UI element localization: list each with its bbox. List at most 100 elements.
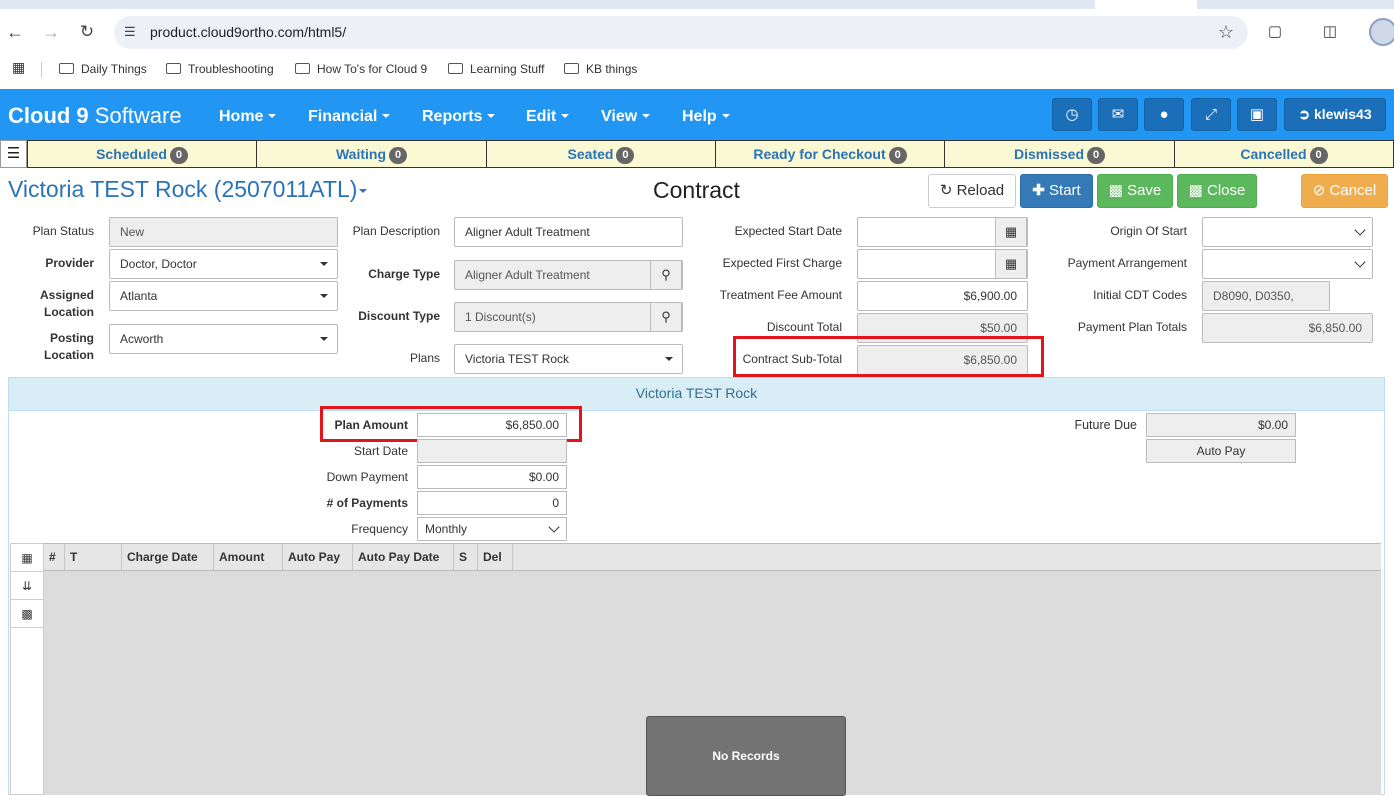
menu-view[interactable]: View bbox=[601, 108, 651, 126]
col-amount[interactable]: Amount bbox=[214, 544, 283, 570]
bookmark-kb-things[interactable]: KB things bbox=[564, 62, 637, 76]
caret-down-icon bbox=[665, 357, 673, 361]
initial-cdt-label: Initial CDT Codes bbox=[1093, 288, 1187, 302]
status-dismissed[interactable]: Dismissed 0 bbox=[944, 140, 1175, 168]
menu-edit[interactable]: Edit bbox=[526, 108, 570, 126]
mail-icon[interactable]: ✉ bbox=[1098, 98, 1138, 131]
plan-status-field: New bbox=[109, 217, 338, 247]
lock-icon[interactable]: ▣ bbox=[1237, 98, 1277, 131]
col-type[interactable]: T bbox=[65, 544, 122, 570]
start-button[interactable]: ✚ Start bbox=[1020, 174, 1093, 208]
extensions-icon[interactable]: ▢ bbox=[1265, 22, 1285, 42]
cancel-button[interactable]: ⊘ Cancel bbox=[1301, 174, 1388, 208]
chevron-down-icon bbox=[548, 521, 560, 533]
discount-type-label: Discount Type bbox=[358, 309, 440, 323]
patient-name-dropdown[interactable]: Victoria TEST Rock (2507011ATL) bbox=[8, 176, 368, 203]
payment-arrangement-select[interactable] bbox=[1202, 249, 1373, 279]
grid-toolbar: ▦ ⇊ ▩ bbox=[10, 543, 44, 795]
start-date-field bbox=[417, 439, 567, 463]
num-payments-label: # of Payments bbox=[326, 496, 408, 510]
posting-location-label: Posting Location bbox=[44, 331, 94, 362]
menu-help[interactable]: Help bbox=[682, 108, 730, 126]
assigned-location-select[interactable]: Atlanta bbox=[109, 281, 338, 311]
grid-header: # T Charge Date Amount Auto Pay Auto Pay… bbox=[44, 543, 1381, 571]
initial-cdt-field: D8090, D0350, D0470 bbox=[1202, 281, 1330, 331]
user-logout-button[interactable]: ➲ klewis43 bbox=[1284, 98, 1386, 131]
menu-home[interactable]: Home bbox=[219, 108, 277, 126]
active-tab[interactable] bbox=[1095, 0, 1197, 9]
tab-search-icon[interactable]: ◫ bbox=[1320, 22, 1340, 42]
down-payment-label: Down Payment bbox=[326, 470, 408, 484]
double-chevron-down-icon[interactable]: ⇊ bbox=[11, 572, 43, 600]
status-cancelled[interactable]: Cancelled 0 bbox=[1174, 140, 1394, 168]
forward-icon[interactable]: → bbox=[41, 22, 61, 42]
bookmark-how-tos[interactable]: How To's for Cloud 9 bbox=[295, 62, 427, 76]
provider-label: Provider bbox=[45, 256, 94, 270]
bookmark-daily-things[interactable]: Daily Things bbox=[59, 62, 147, 76]
highlight-plan-amount bbox=[320, 406, 582, 442]
bookmark-star-icon[interactable]: ☆ bbox=[1218, 22, 1234, 43]
col-s[interactable]: S bbox=[454, 544, 478, 570]
calendar-icon[interactable]: ▦ bbox=[995, 249, 1027, 279]
frequency-label: Frequency bbox=[351, 522, 408, 536]
status-ready-for-checkout[interactable]: Ready for Checkout 0 bbox=[715, 140, 945, 168]
col-auto-pay[interactable]: Auto Pay bbox=[283, 544, 353, 570]
url-text[interactable]: product.cloud9ortho.com/html5/ bbox=[150, 24, 346, 40]
down-payment-input[interactable]: $0.00 bbox=[417, 465, 567, 489]
search-icon[interactable]: ⚲ bbox=[650, 260, 682, 290]
menu-reports[interactable]: Reports bbox=[422, 108, 496, 126]
reload-icon[interactable]: ↻ bbox=[77, 22, 97, 42]
provider-select[interactable]: Doctor, Doctor bbox=[109, 249, 338, 279]
folder-icon bbox=[166, 63, 181, 74]
profile-avatar[interactable] bbox=[1369, 18, 1394, 46]
col-auto-pay-date[interactable]: Auto Pay Date bbox=[353, 544, 454, 570]
bookmarks-bar: ▦ Daily Things Troubleshooting How To's … bbox=[0, 55, 1394, 89]
search-icon[interactable]: ⚲ bbox=[650, 302, 682, 332]
discount-type-field[interactable]: 1 Discount(s) ⚲ bbox=[454, 302, 683, 332]
future-due-label: Future Due bbox=[1074, 418, 1137, 432]
floppy-icon: ▩ bbox=[1188, 182, 1203, 199]
caret-down-icon bbox=[320, 294, 328, 298]
ban-icon: ⊘ bbox=[1312, 182, 1326, 199]
col-del[interactable]: Del bbox=[478, 544, 513, 570]
origin-of-start-select[interactable] bbox=[1202, 217, 1373, 247]
status-seated[interactable]: Seated 0 bbox=[486, 140, 716, 168]
save-button[interactable]: ▩ Save bbox=[1097, 174, 1173, 208]
col-charge-date[interactable]: Charge Date bbox=[122, 544, 214, 570]
treatment-fee-input[interactable]: $6,900.00 bbox=[857, 281, 1028, 311]
brand-logo[interactable]: Cloud 9 Software bbox=[8, 103, 182, 129]
status-waiting[interactable]: Waiting 0 bbox=[256, 140, 487, 168]
hamburger-menu-icon[interactable]: ☰ bbox=[0, 140, 27, 168]
back-icon[interactable]: ← bbox=[5, 22, 25, 42]
num-payments-input[interactable]: 0 bbox=[417, 491, 567, 515]
calculator-icon[interactable]: ▦ bbox=[11, 544, 43, 572]
bookmark-learning-stuff[interactable]: Learning Stuff bbox=[448, 62, 545, 76]
frequency-select[interactable]: Monthly bbox=[417, 517, 567, 541]
bookmark-troubleshooting[interactable]: Troubleshooting bbox=[166, 62, 274, 76]
menu-financial[interactable]: Financial bbox=[308, 108, 391, 126]
address-bar[interactable]: ☰ product.cloud9ortho.com/html5/ ☆ bbox=[114, 16, 1248, 49]
browser-toolbar: ← → ↻ ☰ product.cloud9ortho.com/html5/ ☆… bbox=[0, 9, 1394, 55]
close-button[interactable]: ▩ Close bbox=[1177, 174, 1257, 208]
charge-type-field[interactable]: Aligner Adult Treatment ⚲ bbox=[454, 260, 683, 290]
plan-description-input[interactable]: Aligner Adult Treatment bbox=[454, 217, 683, 247]
auto-pay-button[interactable]: Auto Pay bbox=[1146, 439, 1296, 463]
caret-down-icon bbox=[320, 262, 328, 266]
reload-button[interactable]: ↻ Reload bbox=[928, 174, 1016, 208]
calendar-icon[interactable]: ▦ bbox=[995, 217, 1027, 247]
posting-location-select[interactable]: Acworth bbox=[109, 324, 338, 354]
fullscreen-icon[interactable]: ⤢ bbox=[1191, 98, 1231, 131]
chat-icon[interactable]: ● bbox=[1144, 98, 1184, 131]
plans-select[interactable]: Victoria TEST Rock bbox=[454, 344, 683, 374]
apps-grid-icon[interactable]: ▦ bbox=[12, 60, 25, 74]
site-info-icon[interactable]: ☰ bbox=[124, 25, 140, 39]
money-icon[interactable]: ▩ bbox=[11, 600, 43, 628]
payment-plan-totals-field: $6,850.00 bbox=[1202, 313, 1373, 343]
appointment-status-bar: ☰ Scheduled 0 Waiting 0 Seated 0 Ready for … bbox=[0, 140, 1394, 168]
clock-icon[interactable]: ◷ bbox=[1052, 98, 1092, 131]
expected-start-input[interactable]: ▦ bbox=[857, 217, 1028, 247]
payment-plan-totals-label: Payment Plan Totals bbox=[1077, 320, 1187, 334]
col-number[interactable]: # bbox=[44, 544, 65, 570]
expected-first-charge-input[interactable]: ▦ bbox=[857, 249, 1028, 279]
status-scheduled[interactable]: Scheduled 0 bbox=[27, 140, 257, 168]
